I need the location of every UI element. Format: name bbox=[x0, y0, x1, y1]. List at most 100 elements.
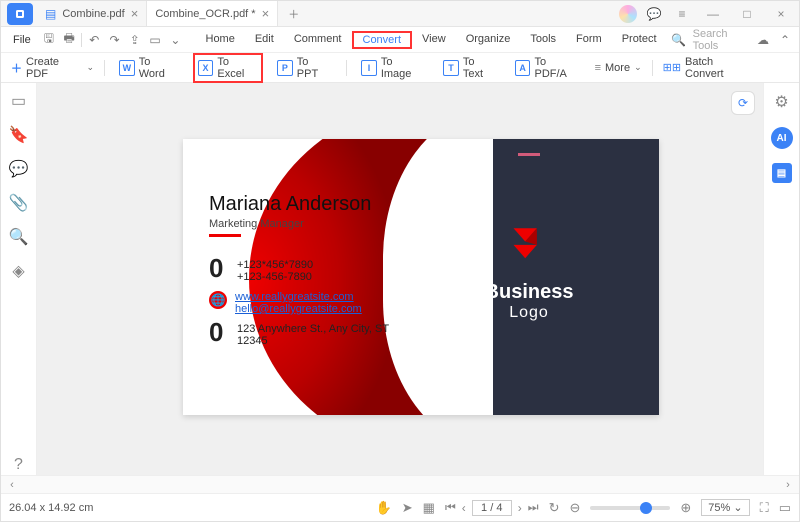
save-icon[interactable]: 🖫 bbox=[41, 31, 57, 49]
address-2: 12345 bbox=[237, 335, 389, 347]
ai-badge[interactable]: AI bbox=[771, 127, 793, 149]
close-window-button[interactable]: × bbox=[767, 4, 795, 24]
card-left-panel: Mariana Anderson Marketing Manager 0 +12… bbox=[183, 139, 435, 415]
share-icon[interactable]: ⇪ bbox=[127, 31, 143, 49]
address-1: 123 Anywhere St., Any City, ST bbox=[237, 323, 389, 335]
last-page-icon[interactable]: ⏭ bbox=[528, 500, 539, 515]
minimize-button[interactable]: — bbox=[699, 4, 727, 24]
tab-combine-ocr[interactable]: Combine_OCR.pdf * × bbox=[147, 1, 278, 26]
bookmarks-icon[interactable]: 🔖 bbox=[9, 125, 29, 145]
horizontal-scrollbar[interactable]: ‹ › bbox=[1, 475, 799, 493]
more-label: More bbox=[605, 62, 630, 74]
attachments-icon[interactable]: 📎 bbox=[9, 193, 29, 213]
search-icon[interactable]: 🔍 bbox=[9, 227, 29, 247]
settings-slider-icon[interactable]: ⚙ bbox=[771, 91, 793, 113]
scroll-right-icon[interactable]: › bbox=[777, 479, 799, 491]
maximize-button[interactable]: □ bbox=[733, 4, 761, 24]
to-image-button[interactable]: I To Image bbox=[357, 54, 429, 82]
decorative-bar bbox=[518, 153, 540, 156]
select-tool-icon[interactable]: ➤ bbox=[402, 500, 413, 516]
left-rail: ▭ 🔖 💬 📎 🔍 ◈ ? bbox=[1, 83, 37, 475]
fullscreen-icon[interactable]: ⛶ bbox=[760, 500, 769, 516]
menu-edit[interactable]: Edit bbox=[245, 31, 284, 49]
batch-label: Batch Convert bbox=[685, 56, 753, 80]
next-page-icon[interactable]: › bbox=[518, 501, 522, 515]
to-ppt-button[interactable]: P To PPT bbox=[273, 54, 336, 82]
new-tab-button[interactable]: ＋ bbox=[278, 1, 309, 26]
read-mode-icon[interactable]: ▭ bbox=[779, 500, 791, 516]
menu-view[interactable]: View bbox=[412, 31, 456, 49]
image-icon: I bbox=[361, 60, 377, 76]
phone-1: +123*456*7890 bbox=[237, 259, 313, 271]
batch-icon: ⊞⊞ bbox=[663, 61, 681, 74]
cloud-icon[interactable]: ☁ bbox=[755, 31, 771, 49]
collapse-icon[interactable]: ⌃ bbox=[777, 31, 793, 49]
zoom-out-icon[interactable]: ⊖ bbox=[569, 500, 580, 516]
convert-toolbar: ＋ Create PDF ⌄ W To Word X To Excel P To… bbox=[1, 53, 799, 83]
app-badge-icon[interactable]: ▤ bbox=[772, 163, 792, 183]
menu-home[interactable]: Home bbox=[196, 31, 245, 49]
prev-page-icon[interactable]: ‹ bbox=[462, 501, 466, 515]
close-icon[interactable]: × bbox=[262, 6, 270, 21]
comments-icon[interactable]: 💬 bbox=[9, 159, 29, 179]
business-card-page: Business Logo Mariana Anderson Marketing… bbox=[183, 139, 659, 415]
search-tools-input[interactable]: Search Tools bbox=[693, 28, 749, 52]
print-icon[interactable]: 🖶 bbox=[61, 31, 77, 49]
right-rail: ⚙ AI ▤ bbox=[763, 83, 799, 475]
page-dimensions: 26.04 x 14.92 cm bbox=[9, 502, 93, 514]
menu-organize[interactable]: Organize bbox=[456, 31, 521, 49]
thumbnails-icon[interactable]: ▭ bbox=[9, 91, 29, 111]
to-image-label: To Image bbox=[381, 56, 425, 80]
theme-icon[interactable] bbox=[619, 5, 637, 23]
hand-tool-icon[interactable]: ✋ bbox=[376, 500, 392, 516]
page-input[interactable]: 1 / 4 bbox=[472, 500, 512, 516]
batch-convert-button[interactable]: ⊞⊞ Batch Convert bbox=[663, 56, 753, 80]
to-word-button[interactable]: W To Word bbox=[115, 54, 183, 82]
menu-convert[interactable]: Convert bbox=[352, 31, 413, 49]
titlebar-right: 💬 ≡ — □ × bbox=[619, 4, 799, 24]
tab-combine[interactable]: ▤ Combine.pdf × bbox=[37, 1, 147, 26]
create-pdf-button[interactable]: ＋ Create PDF ⌄ bbox=[11, 56, 94, 80]
menu-tools[interactable]: Tools bbox=[520, 31, 566, 49]
redo-icon[interactable]: ↷ bbox=[106, 31, 122, 49]
to-text-button[interactable]: T To Text bbox=[439, 54, 501, 82]
menu-comment[interactable]: Comment bbox=[284, 31, 352, 49]
to-pdfa-button[interactable]: A To PDF/A bbox=[511, 54, 585, 82]
to-excel-button[interactable]: X To Excel bbox=[193, 53, 263, 83]
close-icon[interactable]: × bbox=[131, 6, 139, 21]
email-link[interactable]: hello@reallygreatsite.com bbox=[235, 303, 362, 315]
zoom-value[interactable]: 75% ⌄ bbox=[701, 499, 749, 516]
undo-icon[interactable]: ↶ bbox=[86, 31, 102, 49]
logo-icon bbox=[504, 220, 554, 270]
file-menu[interactable]: File bbox=[7, 34, 37, 46]
more-button[interactable]: ≡ More ⌄ bbox=[595, 62, 642, 74]
zoom-slider[interactable] bbox=[590, 506, 670, 510]
menu-protect[interactable]: Protect bbox=[612, 31, 667, 49]
globe-icon: 🌐 bbox=[209, 291, 227, 309]
rotate-icon[interactable]: ↻ bbox=[549, 500, 560, 516]
website-link[interactable]: www.reallygreatsite.com bbox=[235, 291, 362, 303]
ppt-icon: P bbox=[277, 60, 293, 76]
menu-form[interactable]: Form bbox=[566, 31, 612, 49]
floating-tool-icon[interactable]: ⟳ bbox=[731, 91, 755, 115]
scroll-left-icon[interactable]: ‹ bbox=[1, 479, 23, 491]
chevron-down-icon: ⌄ bbox=[634, 62, 642, 73]
zero-glyph: 0 bbox=[209, 321, 229, 343]
plus-icon: ＋ bbox=[11, 60, 22, 76]
document-canvas[interactable]: ⟳ Business Logo bbox=[37, 83, 763, 475]
fit-mode-icon[interactable]: ▦ bbox=[423, 500, 435, 516]
chevron-down-icon[interactable]: ⌄ bbox=[167, 31, 183, 49]
zoom-in-icon[interactable]: ⊕ bbox=[680, 500, 691, 516]
statusbar: 26.04 x 14.92 cm ✋ ➤ ▦ ⏮ ‹ 1 / 4 › ⏭ ↻ ⊖… bbox=[1, 493, 799, 521]
layers-icon[interactable]: ◈ bbox=[9, 261, 29, 281]
email-icon[interactable]: ▭ bbox=[147, 31, 163, 49]
logo-text-1: Business bbox=[485, 281, 574, 304]
tab-label: Combine_OCR.pdf * bbox=[155, 8, 255, 20]
chat-icon[interactable]: 💬 bbox=[643, 4, 665, 24]
to-word-label: To Word bbox=[139, 56, 179, 80]
person-name: Mariana Anderson bbox=[209, 193, 435, 216]
menu-icon[interactable]: ≡ bbox=[671, 4, 693, 24]
titlebar: ▤ Combine.pdf × Combine_OCR.pdf * × ＋ 💬 … bbox=[1, 1, 799, 27]
help-icon[interactable]: ? bbox=[9, 455, 29, 475]
first-page-icon[interactable]: ⏮ bbox=[445, 500, 456, 515]
